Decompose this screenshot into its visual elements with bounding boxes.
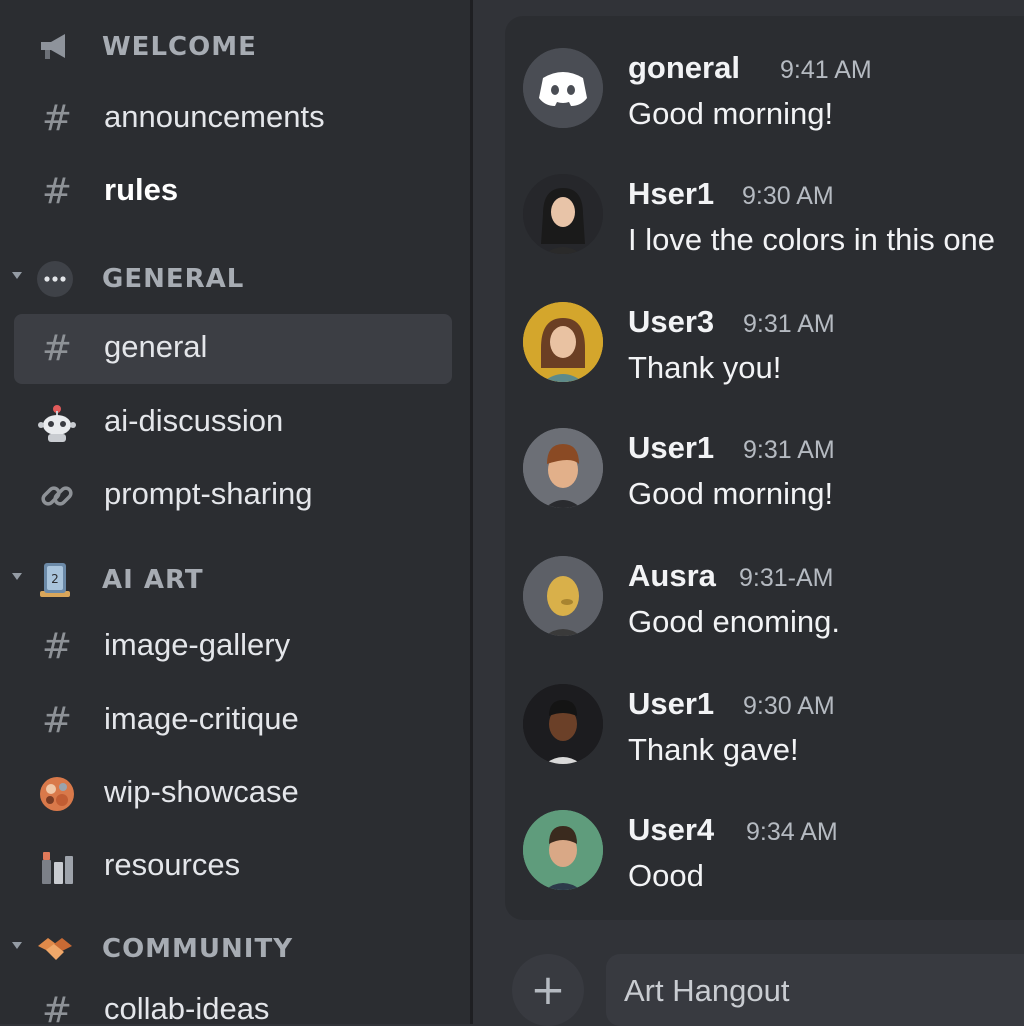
channel-image-critique[interactable]: # image-critique [14, 686, 452, 756]
channel-label: resources [104, 847, 241, 882]
hash-icon: # [41, 98, 73, 139]
channel-resources[interactable]: resources [14, 832, 452, 902]
channel-label: ai-discussion [104, 403, 284, 438]
channel-sidebar: WELCOME # announcements # rules GENERAL … [0, 0, 470, 1024]
category-community[interactable]: COMMUNITY [0, 924, 470, 974]
woman-dark-hair-avatar[interactable] [523, 174, 603, 254]
username[interactable]: Hser1 [628, 176, 714, 212]
hash-icon: # [41, 328, 73, 369]
discord-logo-avatar[interactable] [523, 48, 603, 128]
channel-general[interactable]: # general [14, 314, 452, 384]
message-composer[interactable] [606, 954, 1024, 1026]
timestamp: 9:30 AM [743, 692, 835, 720]
message-item[interactable]: User4 9:34 AM Oood [505, 802, 1024, 920]
channel-label: image-gallery [104, 627, 291, 662]
channel-announcements[interactable]: # announcements [14, 84, 452, 154]
svg-text:2: 2 [51, 572, 59, 586]
message-text: Thank gave! [628, 732, 799, 767]
books-icon [36, 846, 78, 888]
timestamp: 9:31 AM [743, 310, 835, 338]
message-item[interactable]: Hser1 9:30 AM I love the colors in this … [505, 166, 1024, 286]
yellow-figure-avatar[interactable] [523, 556, 603, 636]
chevron-down-icon [12, 573, 22, 580]
hash-icon: # [41, 171, 73, 212]
channel-label: prompt-sharing [104, 476, 313, 511]
username[interactable]: User4 [628, 812, 714, 848]
category-label: AI ART [102, 565, 204, 595]
channel-label: collab-ideas [104, 991, 270, 1024]
woman-brown-hair-avatar[interactable] [523, 302, 603, 382]
robot-icon [36, 402, 78, 444]
man-dark-skin-avatar[interactable] [523, 684, 603, 764]
handshake-icon [36, 930, 74, 968]
username[interactable]: goneral [628, 50, 740, 86]
chevron-down-icon [12, 272, 22, 279]
category-ai-art[interactable]: 2 AI ART [0, 555, 470, 605]
category-welcome[interactable]: WELCOME [0, 22, 470, 72]
message-text: I love the colors in this one [628, 222, 996, 257]
category-general[interactable]: GENERAL [0, 254, 470, 304]
message-item[interactable]: Ausra 9:31-AM Good enoming. [505, 548, 1024, 668]
hash-icon: # [41, 626, 73, 667]
category-label: COMMUNITY [102, 934, 294, 964]
message-input[interactable] [622, 968, 1006, 1014]
timestamp: 9:30 AM [742, 182, 834, 210]
megaphone-icon [36, 28, 74, 66]
username[interactable]: User1 [628, 430, 714, 466]
add-attachment-button[interactable]: + [512, 954, 584, 1026]
hash-icon: # [41, 990, 73, 1024]
message-item[interactable]: User1 9:31 AM Good morning! [505, 420, 1024, 540]
timestamp: 9:34 AM [746, 818, 838, 846]
channel-image-gallery[interactable]: # image-gallery [14, 612, 452, 682]
message-text: Good enoming. [628, 604, 840, 639]
main-chat: goneral 9:41 AM Good morning! Hser1 9:30… [473, 0, 1024, 1024]
category-label: WELCOME [102, 32, 257, 62]
channel-label: image-critique [104, 701, 299, 736]
man-green-bg-avatar[interactable] [523, 810, 603, 890]
boy-cartoon-avatar[interactable] [523, 428, 603, 508]
message-item[interactable]: goneral 9:41 AM Good morning! [505, 40, 1024, 160]
timestamp: 9:31 AM [743, 436, 835, 464]
channel-wip-showcase[interactable]: wip-showcase [14, 759, 452, 829]
message-text: Good morning! [628, 476, 834, 511]
chevron-down-icon [12, 942, 22, 949]
framed-picture-icon: 2 [36, 561, 74, 599]
timestamp: 9:41 AM [780, 56, 872, 84]
username[interactable]: Ausra [628, 558, 716, 594]
channel-ai-discussion[interactable]: ai-discussion [14, 388, 452, 458]
link-icon [36, 475, 78, 517]
username[interactable]: User3 [628, 304, 714, 340]
artist-palette-icon [36, 773, 78, 815]
chat-bubble-icon [36, 260, 74, 298]
channel-collab-ideas[interactable]: # collab-ideas [14, 976, 452, 1024]
message-list[interactable]: goneral 9:41 AM Good morning! Hser1 9:30… [505, 16, 1024, 920]
message-item[interactable]: User1 9:30 AM Thank gave! [505, 676, 1024, 796]
message-text: Oood [628, 858, 704, 893]
message-item[interactable]: User3 9:31 AM Thank you! [505, 294, 1024, 414]
message-text: Thank you! [628, 350, 782, 385]
channel-label: rules [104, 172, 179, 207]
message-text: Good morning! [628, 96, 834, 131]
channel-rules[interactable]: # rules [14, 157, 452, 227]
hash-icon: # [41, 700, 73, 741]
channel-label: wip-showcase [104, 774, 299, 809]
channel-label: announcements [104, 99, 325, 134]
timestamp: 9:31-AM [739, 564, 834, 592]
plus-icon: + [530, 965, 566, 1014]
category-label: GENERAL [102, 264, 245, 294]
channel-label: general [104, 329, 208, 364]
username[interactable]: User1 [628, 686, 714, 722]
channel-prompt-sharing[interactable]: prompt-sharing [14, 461, 452, 531]
